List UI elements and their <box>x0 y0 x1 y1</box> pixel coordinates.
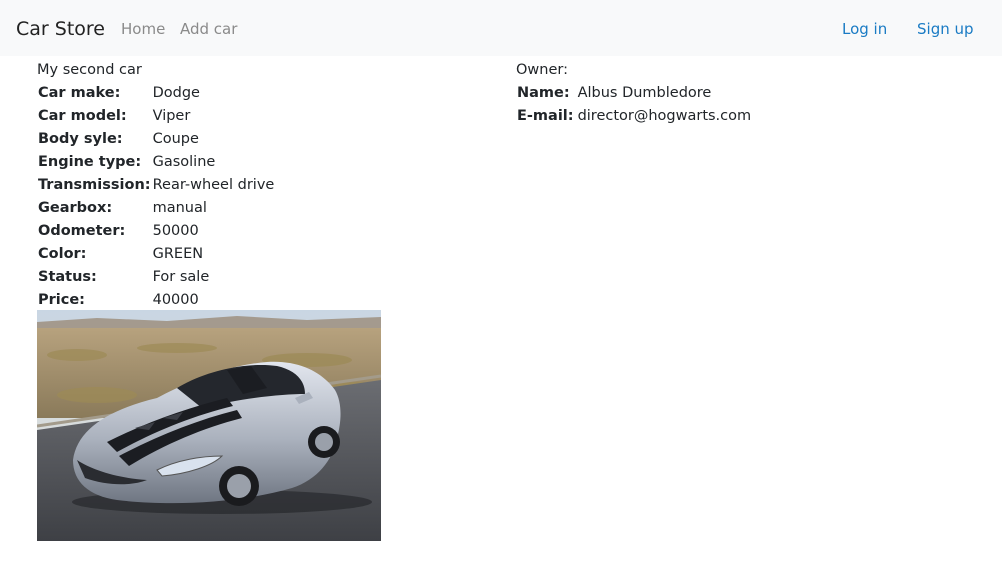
owner-table: Name: Albus Dumbledore E-mail: director@… <box>516 82 752 128</box>
spec-label: Price: <box>38 292 85 308</box>
spec-label: Engine type: <box>38 154 142 170</box>
spec-label: Color: <box>38 246 87 262</box>
spec-label: Odometer: <box>38 223 126 239</box>
spec-value: Rear-wheel drive <box>152 177 275 193</box>
car-specs-table: Car make: Dodge Car model: Viper Body syle… <box>37 82 337 312</box>
spec-value: manual <box>152 200 207 216</box>
spec-label: Car model: <box>38 108 127 124</box>
spec-value: Coupe <box>152 131 199 147</box>
owner-email-row: E-mail: director@hogwarts.com <box>516 105 752 128</box>
owner-email-value: director@hogwarts.com <box>577 108 752 124</box>
spec-label: Status: <box>38 269 97 285</box>
spec-row-gearbox: Gearbox: manual <box>37 197 337 220</box>
spec-label: Transmission: <box>38 177 151 193</box>
spec-row-color: Color: GREEN <box>37 243 337 266</box>
spec-value: For sale <box>152 269 210 285</box>
spec-label: Body syle: <box>38 131 123 147</box>
signup-link[interactable]: Sign up <box>917 19 974 39</box>
spec-row-transmission: Transmission: Rear-wheel drive <box>37 174 337 197</box>
spec-value: GREEN <box>152 246 204 262</box>
spec-value: 40000 <box>152 292 199 308</box>
spec-value: 50000 <box>152 223 199 239</box>
owner-name-row: Name: Albus Dumbledore <box>516 82 752 105</box>
spec-value: Dodge <box>152 85 200 101</box>
owner-name-value: Albus Dumbledore <box>577 85 712 101</box>
spec-value: Viper <box>152 108 191 124</box>
spec-row-model: Car model: Viper <box>37 105 337 128</box>
spec-row-price: Price: 40000 <box>37 289 337 312</box>
nav-add-car-link[interactable]: Add car <box>180 19 237 39</box>
nav-home-link[interactable]: Home <box>121 19 165 39</box>
car-title: My second car <box>37 62 142 78</box>
brand-link[interactable]: Car Store <box>16 17 105 41</box>
owner-title: Owner: <box>516 62 568 78</box>
car-photo <box>37 310 381 541</box>
owner-name-label: Name: <box>517 85 570 101</box>
spec-label: Car make: <box>38 85 121 101</box>
spec-row-make: Car make: Dodge <box>37 82 337 105</box>
login-link[interactable]: Log in <box>842 19 887 39</box>
spec-row-body-style: Body syle: Coupe <box>37 128 337 151</box>
spec-row-status: Status: For sale <box>37 266 337 289</box>
spec-label: Gearbox: <box>38 200 113 216</box>
owner-email-label: E-mail: <box>517 108 574 124</box>
spec-row-engine: Engine type: Gasoline <box>37 151 337 174</box>
spec-value: Gasoline <box>152 154 216 170</box>
spec-row-odometer: Odometer: 50000 <box>37 220 337 243</box>
navbar: Car Store Home Add car Log in Sign up <box>0 0 1002 56</box>
